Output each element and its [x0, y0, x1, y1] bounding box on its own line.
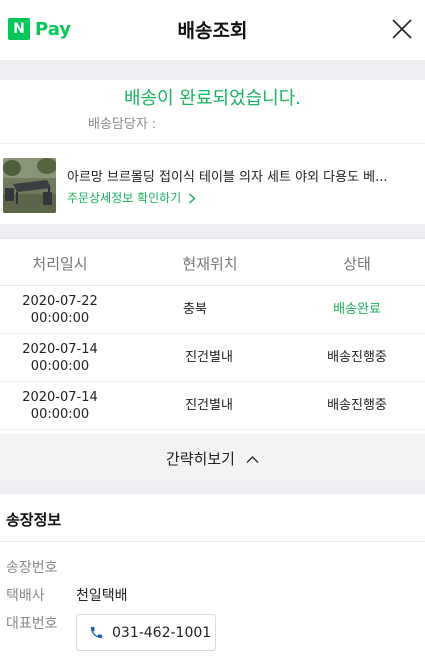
product-thumbnail[interactable]: [3, 158, 56, 213]
row-date: 2020-07-14: [22, 342, 98, 357]
order-detail-link-label: 주문상세정보 확인하기: [67, 191, 182, 205]
row-clock: 00:00:00: [30, 407, 90, 422]
section-spacer: [0, 480, 425, 494]
row-clock: 00:00:00: [30, 359, 90, 374]
row-date: 2020-07-14: [22, 390, 98, 405]
product-name: 아르망 브르몰딩 접이식 테이블 의자 세트 야외 다용도 베...: [67, 170, 388, 185]
row-location: 충북: [183, 302, 207, 317]
row-time: 2020-07-22 00:00:00: [0, 293, 120, 327]
row-time: 2020-07-14 00:00:00: [0, 389, 120, 423]
row-location: 진건별내: [185, 398, 233, 413]
table-row: 2020-07-14 00:00:00 진건별내 배송진행중: [0, 334, 425, 382]
section-spacer: [0, 224, 425, 238]
invoice-section: 송장정보 송장번호 택배사 천일택배 대표번호 031-462-1001: [0, 494, 425, 661]
phone-label: 대표번호: [6, 616, 58, 632]
row-clock: 00:00:00: [30, 311, 90, 326]
carrier-label: 택배사: [6, 588, 45, 604]
table-row: 2020-07-14 00:00:00 진건별내 배송진행중: [0, 382, 425, 430]
phone-icon: [90, 626, 103, 639]
close-button[interactable]: [391, 18, 413, 40]
product-image: [3, 158, 56, 213]
collapse-toggle-label: 간략히보기: [165, 450, 235, 468]
section-spacer: [0, 60, 425, 80]
phone-number: 031-462-1001: [112, 624, 212, 641]
close-icon: [392, 19, 412, 39]
order-detail-link[interactable]: 주문상세정보 확인하기: [67, 189, 196, 206]
tracking-table: 처리일시 현재위치 상태 2020-07-22 00:00:00 충북 배송완료…: [0, 238, 425, 434]
header: N Pay 배송조회: [0, 0, 425, 60]
delivery-status-section: 배송이 완료되었습니다. 배송담당자 :: [0, 80, 425, 143]
invoice-number-label: 송장번호: [6, 560, 58, 576]
invoice-title: 송장정보: [6, 511, 62, 529]
page-title: 배송조회: [177, 20, 248, 42]
column-header-status: 상태: [343, 255, 371, 273]
row-status: 배송진행중: [327, 398, 387, 413]
row-date: 2020-07-22: [22, 294, 98, 309]
column-header-time: 처리일시: [32, 255, 88, 273]
divider: [0, 541, 425, 542]
row-location: 진건별내: [185, 350, 233, 365]
table-row: 2020-07-22 00:00:00 충북 배송완료: [0, 286, 425, 334]
carrier-value: 천일택배: [76, 588, 128, 604]
delivery-status-message: 배송이 완료되었습니다.: [123, 88, 302, 109]
row-status: 배송완료: [333, 302, 381, 317]
call-carrier-button[interactable]: 031-462-1001: [76, 614, 216, 651]
courier-label: 배송담당자 :: [88, 117, 157, 132]
collapse-toggle-button[interactable]: 간략히보기: [0, 434, 425, 480]
chevron-up-icon: [246, 455, 259, 464]
tracking-table-header: 처리일시 현재위치 상태: [0, 238, 425, 286]
row-time: 2020-07-14 00:00:00: [0, 341, 120, 375]
product-section: 아르망 브르몰딩 접이식 테이블 의자 세트 야외 다용도 베... 주문상세정…: [0, 143, 425, 224]
row-status: 배송진행중: [327, 350, 387, 365]
chevron-right-icon: [189, 193, 196, 204]
column-header-location: 현재위치: [182, 255, 238, 273]
